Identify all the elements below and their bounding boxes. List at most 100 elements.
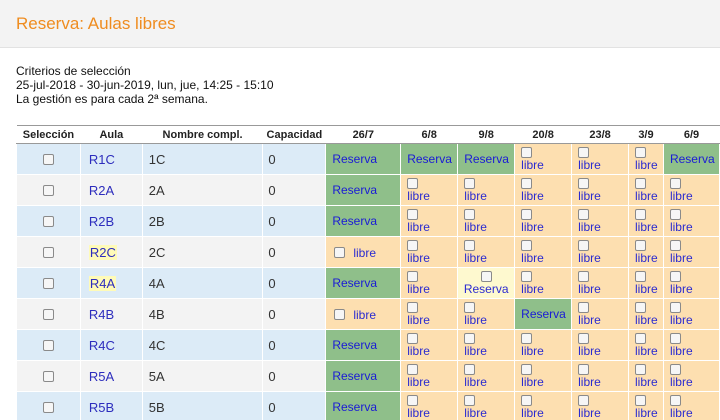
slot-checkbox[interactable]	[669, 302, 681, 313]
slot-checkbox[interactable]	[464, 240, 476, 251]
slot-checkbox[interactable]	[464, 302, 476, 313]
slot-checkbox[interactable]	[578, 302, 590, 313]
libre-slot[interactable]: libre	[662, 205, 720, 237]
slot-checkbox[interactable]	[634, 333, 646, 344]
slot-checkbox[interactable]	[634, 178, 646, 189]
slot-checkbox[interactable]	[521, 333, 533, 344]
slot-checkbox[interactable]	[464, 333, 476, 344]
row-select-checkbox[interactable]	[42, 216, 54, 228]
slot-checkbox[interactable]	[464, 395, 476, 406]
libre-slot[interactable]: libre	[627, 391, 664, 420]
slot-checkbox[interactable]	[634, 209, 646, 220]
slot-checkbox[interactable]	[669, 271, 681, 282]
slot-checkbox[interactable]	[407, 178, 419, 189]
slot-checkbox[interactable]	[407, 302, 419, 313]
aula-link[interactable]: R5B	[89, 400, 114, 415]
libre-slot[interactable]: libre	[662, 267, 720, 299]
row-select-checkbox[interactable]	[42, 402, 54, 414]
slot-checkbox[interactable]	[578, 395, 590, 406]
libre-slot[interactable]: libre	[627, 174, 664, 206]
pending-reserva-slot[interactable]: Reserva	[457, 267, 516, 299]
libre-slot[interactable]: libre	[627, 236, 664, 268]
row-select-checkbox[interactable]	[42, 278, 54, 290]
reserva-slot[interactable]: Reserva	[325, 205, 402, 237]
row-select-checkbox[interactable]	[42, 247, 54, 259]
slot-checkbox[interactable]	[669, 209, 681, 220]
reserva-slot[interactable]: Reserva	[325, 267, 402, 299]
libre-slot[interactable]: libre	[400, 174, 459, 206]
libre-slot[interactable]: libre	[457, 360, 516, 392]
slot-checkbox[interactable]	[407, 395, 419, 406]
slot-checkbox[interactable]	[521, 271, 533, 282]
libre-slot[interactable]: libre	[400, 267, 459, 299]
libre-slot[interactable]: libre	[662, 329, 720, 361]
reserva-slot[interactable]: Reserva	[325, 143, 402, 175]
libre-slot[interactable]: libre	[400, 205, 459, 237]
slot-checkbox[interactable]	[634, 302, 646, 313]
aula-link[interactable]: R2A	[89, 183, 114, 198]
libre-slot[interactable]: libre	[514, 329, 573, 361]
slot-checkbox[interactable]	[669, 178, 681, 189]
libre-slot[interactable]: libre	[514, 267, 573, 299]
slot-checkbox[interactable]	[334, 246, 346, 258]
libre-slot[interactable]: libre	[400, 360, 459, 392]
row-select-checkbox[interactable]	[42, 371, 54, 383]
reserva-slot[interactable]: Reserva	[514, 298, 573, 330]
slot-checkbox[interactable]	[480, 271, 492, 282]
slot-checkbox[interactable]	[578, 364, 590, 375]
slot-checkbox[interactable]	[578, 333, 590, 344]
libre-slot[interactable]: libre	[514, 360, 573, 392]
slot-checkbox[interactable]	[578, 147, 590, 158]
libre-slot[interactable]: libre	[627, 267, 664, 299]
row-select-checkbox[interactable]	[42, 185, 54, 197]
aula-link[interactable]: R2B	[89, 214, 114, 229]
slot-checkbox[interactable]	[669, 240, 681, 251]
slot-checkbox[interactable]	[669, 364, 681, 375]
aula-link[interactable]: R1C	[89, 152, 115, 167]
libre-slot[interactable]: libre	[457, 329, 516, 361]
slot-checkbox[interactable]	[334, 308, 346, 320]
libre-slot[interactable]: libre	[457, 174, 516, 206]
row-select-checkbox[interactable]	[42, 340, 54, 352]
libre-slot[interactable]: libre	[514, 143, 573, 175]
slot-checkbox[interactable]	[407, 364, 419, 375]
slot-checkbox[interactable]	[578, 209, 590, 220]
slot-checkbox[interactable]	[521, 395, 533, 406]
libre-slot[interactable]: libre	[457, 391, 516, 420]
slot-checkbox[interactable]	[669, 333, 681, 344]
aula-link[interactable]: R2C	[88, 244, 117, 260]
libre-slot[interactable]: libre	[627, 205, 664, 237]
libre-slot[interactable]: libre	[514, 391, 573, 420]
reserva-slot[interactable]: Reserva	[662, 143, 720, 175]
slot-checkbox[interactable]	[407, 333, 419, 344]
row-select-checkbox[interactable]	[42, 154, 54, 166]
libre-slot[interactable]: libre	[627, 329, 664, 361]
libre-slot[interactable]: libre	[571, 267, 629, 299]
slot-checkbox[interactable]	[578, 240, 590, 251]
slot-checkbox[interactable]	[521, 178, 533, 189]
slot-checkbox[interactable]	[407, 209, 419, 220]
slot-checkbox[interactable]	[634, 271, 646, 282]
libre-slot[interactable]: libre	[571, 298, 629, 330]
libre-slot[interactable]: libre	[400, 236, 459, 268]
slot-checkbox[interactable]	[578, 178, 590, 189]
slot-checkbox[interactable]	[521, 240, 533, 251]
reserva-slot[interactable]: Reserva	[400, 143, 459, 175]
aula-link[interactable]: R5A	[89, 369, 114, 384]
libre-slot[interactable]: libre	[571, 143, 629, 175]
slot-checkbox[interactable]	[634, 240, 646, 251]
reserva-slot[interactable]: Reserva	[325, 174, 402, 206]
libre-slot[interactable]: libre	[571, 236, 629, 268]
libre-slot[interactable]: libre	[571, 360, 629, 392]
slot-checkbox[interactable]	[634, 395, 646, 406]
slot-checkbox[interactable]	[464, 178, 476, 189]
libre-slot[interactable]: libre	[627, 298, 664, 330]
slot-checkbox[interactable]	[464, 209, 476, 220]
slot-checkbox[interactable]	[634, 364, 646, 375]
libre-slot[interactable]: libre	[662, 360, 720, 392]
slot-checkbox[interactable]	[669, 395, 681, 406]
libre-slot[interactable]: libre	[627, 143, 664, 175]
aula-link[interactable]: R4A	[88, 275, 117, 291]
slot-checkbox[interactable]	[407, 271, 419, 282]
reserva-slot[interactable]: Reserva	[325, 391, 402, 420]
